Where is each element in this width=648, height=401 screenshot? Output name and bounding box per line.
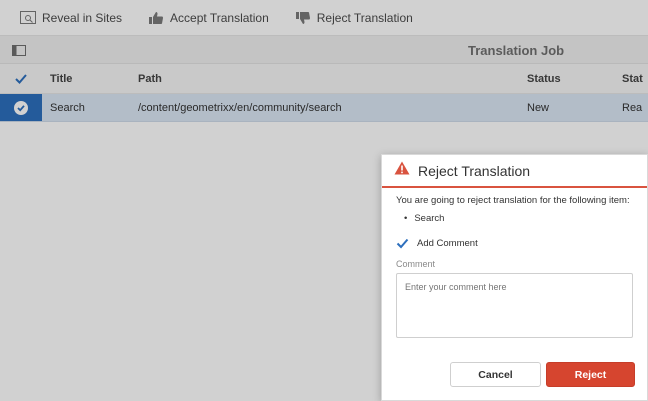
checkmark-icon — [396, 238, 409, 249]
cancel-button[interactable]: Cancel — [450, 362, 541, 387]
dialog-title: Reject Translation — [418, 162, 531, 179]
dialog-message: You are going to reject translation for … — [396, 195, 630, 206]
add-comment-label: Add Comment — [417, 238, 478, 249]
dialog-header: Reject Translation — [382, 155, 647, 188]
comment-field[interactable] — [396, 273, 633, 338]
reject-translation-dialog: Reject Translation You are going to reje… — [381, 154, 648, 401]
alert-icon — [394, 161, 410, 180]
dialog-footer: Cancel Reject — [382, 362, 647, 392]
item-label: Search — [414, 213, 445, 224]
comment-label: Comment — [396, 259, 436, 269]
list-item: • Search — [404, 213, 444, 224]
bullet-icon: • — [404, 213, 408, 224]
add-comment-checkbox[interactable] — [396, 237, 409, 250]
add-comment-row[interactable]: Add Comment — [396, 237, 478, 250]
reject-button[interactable]: Reject — [546, 362, 635, 387]
